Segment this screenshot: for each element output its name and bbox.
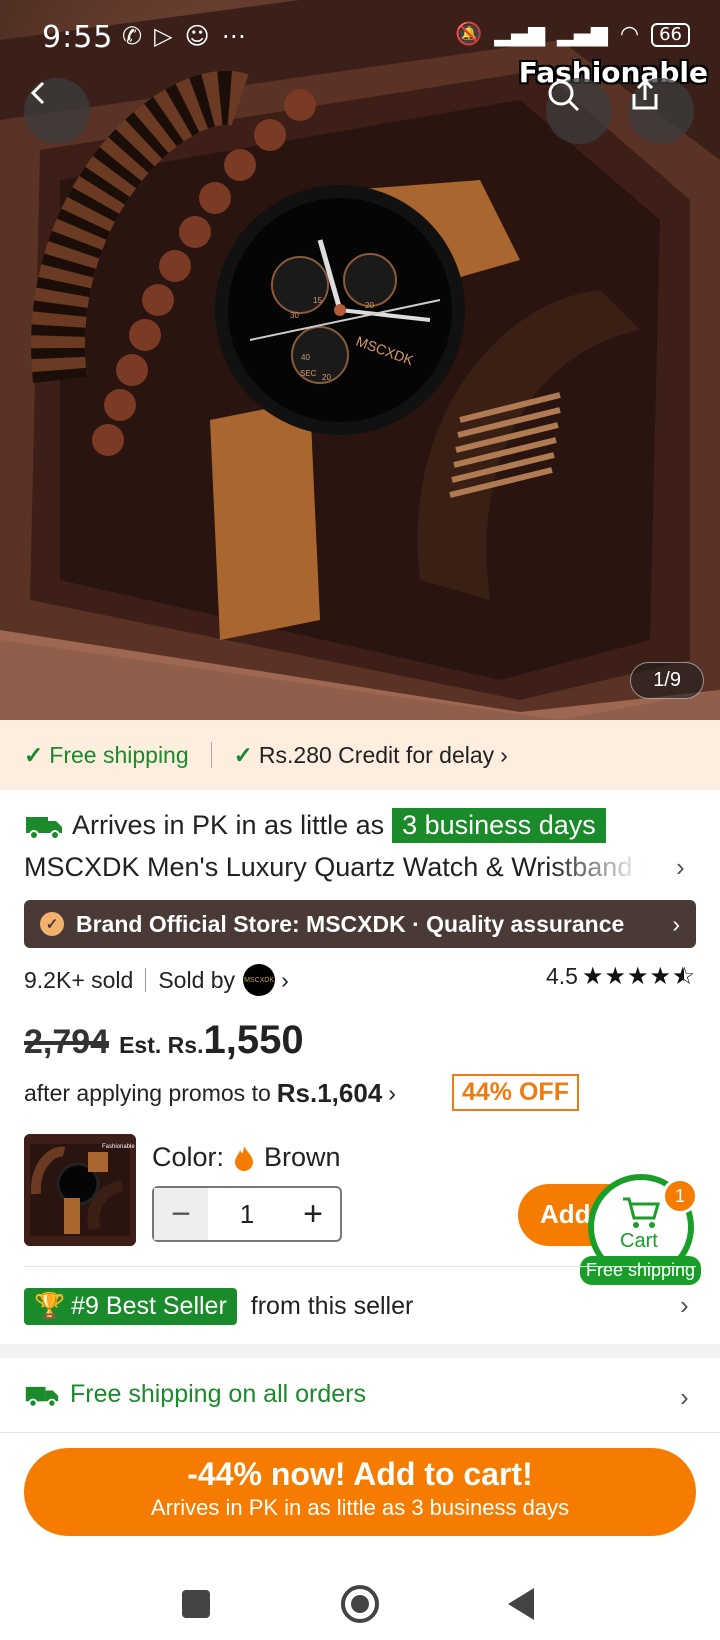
back-button[interactable] — [24, 78, 90, 144]
cta-headline: -44% now! Add to cart! — [187, 1456, 533, 1492]
variant-image: Fashionable — [24, 1134, 136, 1246]
snapchat-icon: ☺ — [184, 22, 210, 50]
dial-label: 20 — [322, 373, 331, 382]
battery-icon: 66 — [651, 22, 690, 47]
status-time: 9:55 — [42, 20, 114, 55]
delivery-estimate: Arrives in PK in as little as 3 business… — [24, 808, 606, 843]
chevron-right-icon: › — [672, 910, 680, 937]
discount-badge: 44% OFF — [452, 1074, 579, 1111]
check-icon: ✓ — [233, 741, 253, 768]
product-photo: MSCXDK 30 15 40 SEC 20 20 — [0, 0, 720, 720]
store-label: Brand Official Store: MSCXDK · Quality a… — [76, 910, 625, 937]
variant-thumbnail[interactable]: Fashionable — [24, 1134, 136, 1246]
promo-info[interactable]: after applying promos to Rs.1,604 › — [24, 1078, 396, 1109]
chevron-right-icon: › — [500, 741, 508, 768]
free-shipping-label: Free shipping — [49, 741, 189, 768]
home-button-dot — [351, 1595, 369, 1613]
brand-store-bar[interactable]: ✓ Brand Official Store: MSCXDK · Quality… — [24, 900, 696, 948]
quantity-stepper[interactable]: − 1 + — [152, 1186, 342, 1242]
share-button[interactable] — [628, 78, 694, 144]
sold-by-label: Sold by — [158, 966, 236, 993]
signal-icon: ▂▄▆ — [494, 22, 546, 47]
price-row: 2,794 Est. Rs. 1,550 — [24, 1018, 304, 1063]
dial-label: 15 — [313, 296, 322, 305]
delivery-days-badge: 3 business days — [392, 808, 606, 843]
free-shipping-all-orders[interactable]: Free shipping on all orders — [24, 1380, 366, 1409]
search-icon — [548, 80, 580, 112]
notification-icons: ✆ ▷ ☺ ⋯ — [122, 22, 246, 50]
shipping-benefits-bar[interactable]: ✓ Free shipping ✓ Rs.280 Credit for dela… — [0, 720, 720, 790]
system-icons: 🔕 ▂▄▆ ▂▄▆ ◠ 66 — [455, 22, 690, 47]
cart-label: Cart — [620, 1230, 658, 1252]
delivery-truck-icon — [26, 816, 62, 840]
delivery-truck-icon — [25, 1386, 59, 1408]
divider — [145, 968, 147, 992]
back-arrow-icon — [30, 81, 45, 105]
search-button[interactable] — [546, 78, 612, 144]
delivery-prefix: Arrives in PK in as little as — [72, 810, 385, 840]
best-seller-badge: 🏆 #9 Best Seller — [24, 1288, 237, 1325]
est-price-label: Est. Rs. — [119, 1032, 204, 1058]
dial-label: SEC — [300, 369, 317, 378]
product-image-carousel[interactable]: MSCXDK 30 15 40 SEC 20 20 9:55 ✆ ▷ ☺ ⋯ 🔕… — [0, 0, 720, 720]
rating[interactable]: 4.5 ★★★★★☆ — [546, 962, 696, 991]
wifi-icon: ◠ — [619, 22, 640, 47]
play-icon: ▷ — [154, 22, 173, 50]
share-icon — [632, 78, 658, 110]
rating-value: 4.5 — [545, 963, 578, 989]
seller-avatar[interactable]: MSCXDK — [243, 964, 276, 996]
dial-label: 20 — [365, 301, 374, 310]
promo-price: Rs.1,604 — [276, 1078, 383, 1108]
color-selection: Color: Brown — [152, 1142, 341, 1173]
flame-icon — [235, 1145, 254, 1171]
promo-text: after applying promos to — [24, 1080, 271, 1106]
decrease-quantity-button[interactable]: − — [154, 1188, 208, 1240]
product-title[interactable]: MSCXDK Men's Luxury Quartz Watch & Wrist… — [24, 852, 644, 883]
dial-label: 40 — [301, 353, 310, 362]
cart-count-badge: 1 — [662, 1178, 698, 1214]
original-price: 2,794 — [24, 1023, 110, 1061]
chevron-right-icon[interactable]: › — [680, 1290, 689, 1321]
divider — [0, 1432, 720, 1433]
check-icon: ✓ — [24, 741, 44, 768]
best-seller-row[interactable]: 🏆 #9 Best Seller from this seller — [24, 1288, 413, 1325]
star-rating-icon: ★★★★★☆ — [581, 963, 696, 990]
section-separator — [0, 1344, 720, 1358]
divider — [24, 1266, 696, 1267]
sold-count: 9.2K+ sold — [24, 966, 134, 993]
divider — [210, 742, 212, 768]
chevron-right-icon[interactable]: › — [680, 1382, 689, 1413]
trophy-icon: 🏆 — [34, 1292, 66, 1320]
recent-apps-button[interactable] — [182, 1590, 210, 1618]
chevron-right-icon: › — [388, 1080, 396, 1106]
verified-badge-icon: ✓ — [40, 912, 64, 936]
image-counter: 1/9 — [630, 662, 704, 699]
sale-price: 1,550 — [203, 1018, 304, 1062]
cart-icon — [623, 1197, 660, 1228]
add-to-cart-cta-button[interactable]: -44% now! Add to cart! Arrives in PK in … — [24, 1448, 696, 1536]
credit-label: Rs.280 Credit for delay — [258, 741, 495, 768]
best-seller-suffix: from this seller — [250, 1292, 414, 1320]
android-navigation-bar — [0, 1560, 720, 1640]
best-seller-label: #9 Best Seller — [71, 1292, 227, 1320]
increase-quantity-button[interactable]: + — [286, 1188, 340, 1240]
cta-subline: Arrives in PK in as little as 3 business… — [150, 1495, 570, 1520]
color-label: Color: — [152, 1142, 225, 1172]
dial-label: 30 — [290, 311, 299, 320]
chevron-right-icon[interactable]: › — [676, 852, 685, 883]
chevron-right-icon[interactable]: › — [281, 967, 289, 994]
free-shipping-all-label: Free shipping on all orders — [70, 1380, 366, 1408]
color-value: Brown — [264, 1142, 341, 1172]
back-nav-button[interactable] — [508, 1588, 534, 1620]
mute-icon: 🔕 — [454, 22, 483, 47]
whatsapp-icon: ✆ — [122, 22, 143, 50]
more-dots-icon: ⋯ — [221, 22, 246, 50]
cart-free-shipping-tag: Free shipping — [580, 1256, 702, 1285]
thumb-watermark: Fashionable — [102, 1144, 135, 1150]
quantity-value[interactable]: 1 — [208, 1199, 286, 1230]
signal-icon: ▂▄▆ — [557, 22, 608, 47]
